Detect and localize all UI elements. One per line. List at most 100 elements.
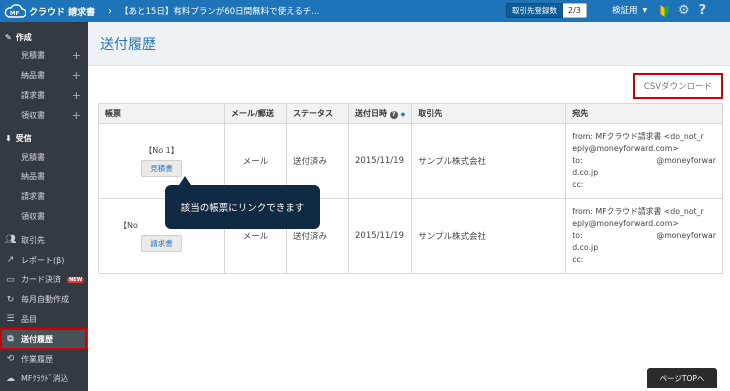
top-bar: MF クラウド 請求書 › 【あと15日】有料プランが60日間無料で使えるチ..… bbox=[0, 0, 730, 22]
page-top-button[interactable]: ページTOPへ bbox=[647, 368, 717, 388]
sidebar-section-label: 作成 bbox=[15, 32, 32, 42]
plus-icon[interactable]: + bbox=[72, 109, 81, 122]
people-icon: 👥︎ bbox=[5, 235, 17, 246]
sidebar-item-auto-monthly[interactable]: ↻ 毎月自動作成 bbox=[0, 290, 88, 310]
help-icon[interactable]: ? bbox=[699, 3, 707, 18]
plus-icon[interactable]: + bbox=[72, 69, 81, 82]
to-value: @moneyforwar bbox=[656, 231, 716, 240]
sidebar: ✎ 作成 見積書 + 納品書 + 請求書 + 領収書 + ⬇ 受信 見積書 納品書 請求… bbox=[0, 22, 88, 391]
sidebar-section-create: ✎ 作成 bbox=[0, 28, 88, 46]
sidebar-item-report[interactable]: ↗ レポート(β) bbox=[0, 250, 88, 270]
app-logo[interactable]: MF クラウド 請求書 bbox=[0, 4, 100, 18]
sidebar-item-label: 品目 bbox=[21, 314, 37, 324]
history-icon: ⟲ bbox=[6, 354, 15, 365]
destination-cell: from: MFクラウド請求書 <do_not_r eply@moneyforw… bbox=[565, 123, 723, 199]
from-line: from: MFクラウド請求書 <do_not_r bbox=[572, 132, 704, 141]
sidebar-item-received-invoice[interactable]: 請求書 bbox=[0, 187, 88, 207]
registered-partners: 取引先登録数 2/3 bbox=[506, 3, 587, 18]
sidebar-item-label: カード決済 bbox=[21, 275, 61, 285]
user-menu[interactable]: 検証用 ▼ bbox=[612, 4, 647, 16]
app-name: クラウド 請求書 bbox=[29, 7, 96, 18]
column-header-label: 送付日時 bbox=[355, 109, 387, 118]
sidebar-item-label: 納品書 bbox=[21, 71, 45, 81]
cloud-icon: ☁ bbox=[6, 373, 15, 384]
sidebar-item-create-receipt[interactable]: 領収書 + bbox=[0, 105, 88, 125]
table-header-row: 帳票 メール/郵送 ステータス 送付日時 ? ◆ 取引先 宛先 bbox=[98, 103, 723, 124]
sidebar-item-work-history[interactable]: ⟲ 作業履歴 bbox=[0, 349, 88, 369]
list-icon: ☰ bbox=[6, 314, 15, 325]
sidebar-item-create-invoice[interactable]: 請求書 + bbox=[0, 86, 88, 106]
sidebar-item-label: 取引先 bbox=[21, 235, 45, 245]
partner-cell: サンプル株式会社 bbox=[411, 123, 567, 199]
sent-date-cell: 2015/11/19 bbox=[347, 198, 413, 274]
sidebar-section-label: 受信 bbox=[15, 133, 32, 143]
user-name: 検証用 bbox=[612, 6, 638, 16]
document-link-button[interactable]: 見積書 bbox=[141, 160, 182, 177]
sent-date-cell: 2015/11/19 bbox=[347, 123, 413, 199]
column-header-method: メール/郵送 bbox=[224, 103, 287, 124]
refresh-icon: ↻ bbox=[6, 294, 15, 305]
help-circle-icon[interactable]: ? bbox=[389, 111, 398, 119]
sidebar-item-received-quote[interactable]: 見積書 bbox=[0, 147, 88, 167]
sidebar-item-received-receipt[interactable]: 領収書 bbox=[0, 207, 88, 227]
partner-cell: サンプル株式会社 bbox=[411, 198, 567, 274]
page-header: 送付履歴 bbox=[88, 22, 730, 66]
sidebar-item-label: 請求書 bbox=[21, 192, 45, 202]
cc-line: cc: bbox=[572, 180, 584, 189]
column-header-status: ステータス bbox=[286, 103, 349, 124]
to-line: to: @moneyforwar bbox=[572, 155, 716, 167]
destination-cell: from: MFクラウド請求書 <do_not_r eply@moneyforw… bbox=[565, 198, 723, 274]
sidebar-section-receive: ⬇ 受信 bbox=[0, 129, 88, 147]
caret-down-icon: ▼ bbox=[642, 6, 648, 14]
document-link-button[interactable]: 請求書 bbox=[141, 235, 182, 252]
from-line-cont: eply@moneyforward.com> bbox=[572, 144, 679, 153]
csv-download-button[interactable]: CSVダウンロード bbox=[644, 80, 712, 92]
sidebar-item-label: 請求書 bbox=[21, 90, 45, 100]
sidebar-item-label: 領収書 bbox=[21, 110, 45, 120]
to-line-cont: d.co.jp bbox=[572, 168, 599, 177]
plus-icon[interactable]: + bbox=[72, 49, 81, 62]
from-line: from: MFクラウド請求書 <do_not_r bbox=[572, 207, 704, 216]
sidebar-item-label: レポート(β) bbox=[21, 255, 65, 265]
sidebar-item-create-delivery[interactable]: 納品書 + bbox=[0, 66, 88, 86]
beginner-mark-icon[interactable] bbox=[660, 4, 669, 18]
sidebar-item-card-payment[interactable]: ▭ カード決済 NEW bbox=[0, 270, 88, 290]
to-line: to: @moneyforwar bbox=[572, 230, 716, 242]
registered-label: 取引先登録数 bbox=[506, 3, 563, 18]
destination-info: from: MFクラウド請求書 <do_not_r eply@moneyforw… bbox=[572, 206, 716, 266]
sidebar-item-label: 見積書 bbox=[21, 51, 45, 61]
sidebar-item-label: 領収書 bbox=[21, 211, 45, 221]
sidebar-item-label: MFｸﾗｳﾄﾞ消込 bbox=[21, 374, 69, 384]
column-header-partner: 取引先 bbox=[411, 103, 567, 124]
new-badge: NEW bbox=[67, 276, 85, 283]
sidebar-item-partners[interactable]: 👥︎ 取引先 bbox=[0, 230, 88, 250]
sidebar-item-label: 毎月自動作成 bbox=[21, 295, 69, 305]
sort-icon[interactable]: ◆ bbox=[401, 111, 406, 118]
pencil-icon: ✎ bbox=[5, 32, 12, 42]
to-line-cont: d.co.jp bbox=[572, 243, 599, 252]
topbar-icons: ⚙ ? bbox=[660, 3, 706, 18]
inbox-icon: ⬇ bbox=[5, 133, 12, 143]
column-header-destination: 宛先 bbox=[565, 103, 723, 124]
gear-icon[interactable]: ⚙ bbox=[678, 3, 690, 18]
sidebar-item-label: 納品書 bbox=[21, 172, 45, 182]
cc-line: cc: bbox=[572, 255, 584, 264]
sidebar-item-create-quote[interactable]: 見積書 + bbox=[0, 46, 88, 66]
card-icon: ▭ bbox=[6, 274, 15, 285]
column-header-sent-at[interactable]: 送付日時 ? ◆ bbox=[347, 103, 413, 124]
sidebar-item-items[interactable]: ☰ 品目 bbox=[0, 310, 88, 330]
sidebar-item-label: 見積書 bbox=[21, 152, 45, 162]
destination-info: from: MFクラウド請求書 <do_not_r eply@moneyforw… bbox=[572, 131, 716, 191]
sidebar-item-received-delivery[interactable]: 納品書 bbox=[0, 167, 88, 187]
plus-icon[interactable]: + bbox=[72, 89, 81, 102]
highlight-box-csv: CSVダウンロード bbox=[633, 73, 723, 99]
chevron-right-icon: › bbox=[108, 5, 112, 17]
sidebar-item-mf-reconcile[interactable]: ☁ MFｸﾗｳﾄﾞ消込 bbox=[0, 369, 88, 389]
to-label: to: bbox=[572, 231, 583, 240]
page-title: 送付履歴 bbox=[100, 36, 156, 53]
document-link-tooltip: 該当の帳票にリンクできます bbox=[165, 176, 320, 229]
from-line-cont: eply@moneyforward.com> bbox=[572, 219, 679, 228]
campaign-notice-link[interactable]: 【あと15日】有料プランが60日間無料で使えるチ... bbox=[120, 5, 330, 17]
column-header-document: 帳票 bbox=[98, 103, 225, 124]
document-number: 【No 1】 bbox=[144, 146, 179, 155]
